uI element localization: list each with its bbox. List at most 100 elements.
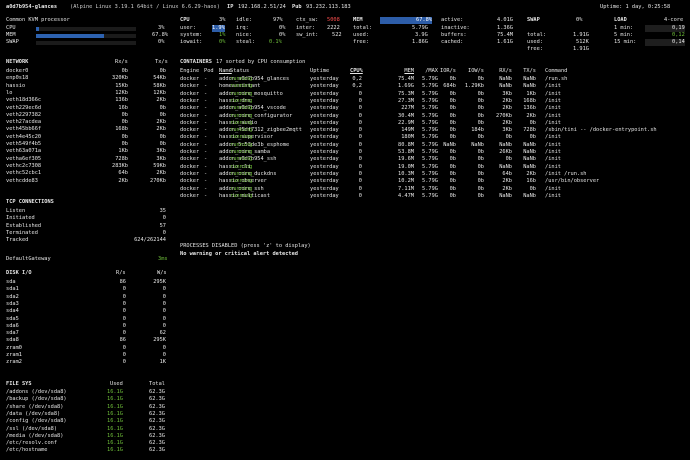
container-cell: 80.8M bbox=[398, 141, 414, 148]
container-cell: 0b bbox=[505, 134, 512, 141]
mem-cached-value: 1.61G bbox=[497, 39, 513, 45]
load-cores: 4-core bbox=[664, 17, 684, 23]
ql-swap-value: 0% bbox=[158, 39, 165, 45]
cpu-swint-value: 522 bbox=[332, 32, 342, 38]
mem-cached-label: cached: bbox=[441, 39, 464, 45]
container-cell: 5.79G bbox=[422, 90, 438, 97]
container-cell: 0b bbox=[449, 163, 456, 170]
container-cell: 0b bbox=[529, 134, 536, 141]
container-cell: 0 bbox=[358, 134, 362, 141]
tcp-state-value: 57 bbox=[159, 222, 166, 229]
mem-free-value: 1.86G bbox=[412, 39, 428, 45]
container-cell: 0b bbox=[477, 134, 484, 141]
net-iface-name: veth63a071a bbox=[6, 148, 42, 155]
container-cell: 0b bbox=[449, 97, 456, 104]
container-cell: yesterday bbox=[310, 134, 339, 141]
net-iface-name: enp0s18 bbox=[6, 75, 29, 82]
container-cell: 0b bbox=[449, 185, 456, 192]
containers-title: CONTAINERS bbox=[180, 59, 212, 65]
container-cell: yesterday bbox=[310, 178, 339, 185]
container-cell: NaNb bbox=[523, 141, 536, 148]
container-cell: /sbin/tini -- /docker-entrypoint.sh bbox=[545, 127, 657, 134]
container-cell: 0b bbox=[449, 127, 456, 134]
container-cell: 0b bbox=[449, 178, 456, 185]
container-cell: 0 bbox=[358, 163, 362, 170]
net-rx-value: 0b bbox=[121, 119, 128, 126]
net-iface-name: veth45bb66f bbox=[6, 126, 42, 133]
cpu-steal-value: 0.1% bbox=[269, 39, 282, 45]
disk-write-value: 0 bbox=[162, 300, 166, 307]
net-rx-value: 728b bbox=[115, 155, 128, 162]
container-cell: - bbox=[204, 134, 208, 141]
disk-write-value: 0 bbox=[162, 322, 166, 329]
container-cell: 10.3M bbox=[398, 170, 414, 177]
container-cell: 3Kb bbox=[502, 90, 512, 97]
cpu-total: 3% bbox=[219, 17, 226, 23]
container-cell: 75.4M bbox=[398, 76, 414, 82]
container-cell: 0 bbox=[358, 192, 362, 199]
container-cell: running bbox=[230, 119, 253, 126]
container-cell: 0b bbox=[477, 112, 484, 119]
ql-swap-bar-track bbox=[36, 40, 136, 45]
container-cell: - bbox=[204, 76, 208, 82]
disk-read-value: 0 bbox=[122, 344, 126, 351]
container-cell: 5.79G bbox=[422, 192, 438, 199]
disk-name: sda3 bbox=[6, 300, 19, 307]
container-cell: docker bbox=[180, 149, 200, 155]
fs-total-value: 62.3G bbox=[149, 447, 165, 454]
container-cell: 0b bbox=[449, 156, 456, 163]
container-cell: running bbox=[230, 97, 253, 104]
container-cell: 5.79G bbox=[422, 178, 438, 185]
filesys-total-header: Total bbox=[149, 381, 165, 387]
container-cell: 1Kb bbox=[526, 90, 536, 97]
net-tx-value: 0b bbox=[159, 111, 166, 118]
gateway-label: DefaultGateway bbox=[6, 256, 51, 262]
container-cell: docker bbox=[180, 97, 200, 104]
filesys-title: FILE SYS bbox=[6, 381, 32, 387]
net-rx-value: 0b bbox=[121, 68, 128, 74]
fs-total-value: 62.3G bbox=[149, 389, 165, 395]
swap-title: SWAP bbox=[527, 17, 540, 23]
fs-used-value: 16.1G bbox=[107, 396, 123, 403]
ql-cpu-bar-track bbox=[36, 26, 136, 31]
container-cell: 64b bbox=[502, 170, 512, 177]
container-cell: 2Kb bbox=[502, 105, 512, 112]
disk-write-value: 0 bbox=[162, 352, 166, 358]
container-cell: - bbox=[204, 112, 208, 119]
container-cell: 0b bbox=[477, 192, 484, 199]
net-iface-name: veth549f4b5 bbox=[6, 141, 42, 147]
container-col-header: Uptime bbox=[310, 68, 330, 74]
net-tx-value: 2Kb bbox=[156, 170, 166, 177]
disk-read-value: 0 bbox=[122, 352, 126, 358]
container-cell: docker bbox=[180, 119, 200, 126]
container-cell: yesterday bbox=[310, 76, 339, 82]
container-cell: 0b bbox=[477, 156, 484, 163]
container-cell: 7.11M bbox=[398, 185, 414, 192]
net-rx-value: 15Kb bbox=[115, 82, 128, 89]
mem-total-pct: 67.8% bbox=[380, 17, 432, 25]
container-cell: 2Kb bbox=[502, 97, 512, 104]
container-cell: /init bbox=[545, 105, 561, 112]
swap-free-label: free: bbox=[527, 46, 543, 52]
net-tx-value: 58Kb bbox=[153, 82, 166, 89]
container-cell: 0,2 bbox=[352, 83, 362, 90]
net-tx-value: 12Kb bbox=[153, 89, 166, 96]
fs-mount: /share (/dev/sda8) bbox=[6, 403, 64, 410]
container-col-header: MEM bbox=[404, 68, 414, 74]
container-cell: 0b bbox=[477, 185, 484, 192]
fs-used-value: 16.1G bbox=[107, 410, 123, 417]
container-col-header: TX/s bbox=[523, 68, 536, 74]
container-cell: 19.6M bbox=[398, 156, 414, 163]
net-rx-value: 283Kb bbox=[112, 162, 128, 169]
container-cell: 2Kb bbox=[502, 119, 512, 126]
net-tx-value: 59Kb bbox=[153, 162, 166, 169]
container-cell: docker bbox=[180, 156, 200, 163]
net-rx-value: 320Kb bbox=[112, 75, 128, 82]
container-cell: - bbox=[204, 163, 208, 170]
container-cell: 0 bbox=[358, 127, 362, 134]
tcp-state-value: 0 bbox=[162, 215, 166, 222]
container-cell: yesterday bbox=[310, 141, 339, 148]
container-cell: 0b bbox=[449, 134, 456, 141]
net-rx-value: 12Kb bbox=[115, 89, 128, 96]
container-cell: /init bbox=[545, 97, 561, 104]
